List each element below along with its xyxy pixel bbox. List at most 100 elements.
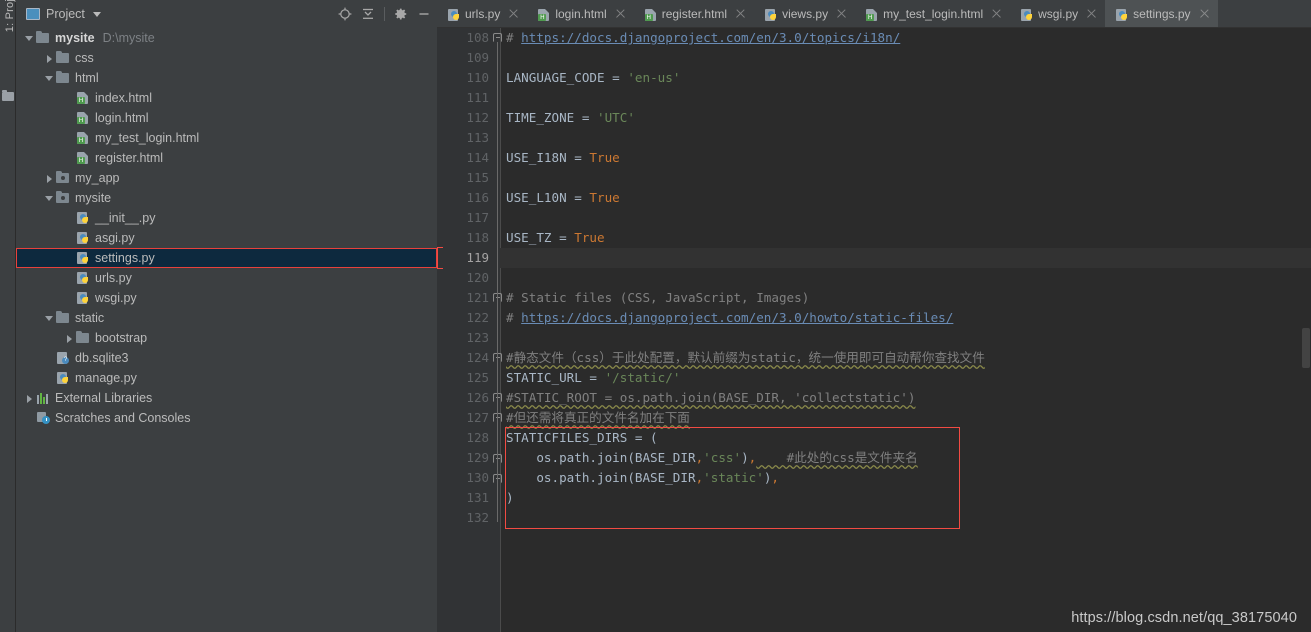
code-token: #静态文件（css）于此处配置，默认前缀为static，统一使用即可自动帮你查找… bbox=[506, 350, 985, 365]
html-file-icon: H bbox=[536, 7, 550, 21]
tree-item[interactable]: External Libraries bbox=[16, 388, 437, 408]
python-file-icon bbox=[55, 370, 71, 386]
tree-item-label: asgi.py bbox=[95, 231, 135, 245]
line-number: 129 bbox=[466, 450, 489, 465]
code-line: 121 # Static files (CSS, JavaScript, Imag… bbox=[437, 288, 1311, 308]
chevron-down-icon[interactable] bbox=[44, 73, 55, 84]
code-token: USE_TZ = bbox=[506, 230, 575, 245]
editor-vertical-scrollbar[interactable] bbox=[1301, 28, 1311, 632]
tree-item[interactable]: Hregister.html bbox=[16, 148, 437, 168]
tree-item[interactable]: bootstrap bbox=[16, 328, 437, 348]
code-token: ) bbox=[506, 490, 514, 505]
tree-item[interactable]: my_app bbox=[16, 168, 437, 188]
collapse-all-icon[interactable] bbox=[361, 7, 375, 21]
editor-tab[interactable]: urls.py bbox=[437, 0, 527, 27]
line-number: 116 bbox=[466, 190, 489, 205]
code-token: STATICFILES_DIRS = ( bbox=[506, 430, 658, 445]
line-number: 118 bbox=[466, 230, 489, 245]
close-icon[interactable] bbox=[735, 8, 746, 19]
code-token[interactable]: https://docs.djangoproject.com/en/3.0/to… bbox=[521, 30, 900, 45]
tree-item-selected[interactable]: settings.py bbox=[16, 248, 437, 268]
python-file-icon bbox=[446, 7, 460, 21]
code-token: USE_L10N = bbox=[506, 190, 590, 205]
tree-item-label: my_test_login.html bbox=[95, 131, 200, 145]
tree-item[interactable]: ? db.sqlite3 bbox=[16, 348, 437, 368]
gear-icon[interactable] bbox=[394, 7, 408, 21]
line-number: 130 bbox=[466, 470, 489, 485]
tool-window-tab-project[interactable]: 1: Project bbox=[0, 0, 16, 84]
close-icon[interactable] bbox=[836, 8, 847, 19]
left-tool-strip: 1: Project bbox=[0, 0, 16, 632]
editor-tab[interactable]: wsgi.py bbox=[1010, 0, 1105, 27]
line-number: 114 bbox=[466, 150, 489, 165]
minimize-icon[interactable] bbox=[417, 7, 431, 21]
close-icon[interactable] bbox=[1199, 8, 1210, 19]
toolbar-separator bbox=[384, 7, 385, 21]
code-token[interactable]: https://docs.djangoproject.com/en/3.0/ho… bbox=[521, 310, 953, 325]
tree-item-label: mysite bbox=[55, 31, 95, 45]
code-token: True bbox=[589, 150, 620, 165]
tree-item[interactable]: urls.py bbox=[16, 268, 437, 288]
tree-item[interactable]: Hmy_test_login.html bbox=[16, 128, 437, 148]
tree-item[interactable]: mysite bbox=[16, 188, 437, 208]
chevron-right-icon[interactable] bbox=[64, 333, 75, 344]
locate-icon[interactable] bbox=[338, 7, 352, 21]
close-icon[interactable] bbox=[508, 8, 519, 19]
tree-item[interactable]: static bbox=[16, 308, 437, 328]
code-text: #但还需将真正的文件名加在下面 bbox=[506, 408, 1311, 428]
sqlite-file-icon: ? bbox=[55, 350, 71, 366]
tree-item[interactable]: wsgi.py bbox=[16, 288, 437, 308]
tree-item[interactable]: Hindex.html bbox=[16, 88, 437, 108]
code-token: #STATIC_ROOT = os.path.join(BASE_DIR, 'c… bbox=[506, 390, 916, 405]
folder-icon bbox=[55, 70, 71, 86]
code-line: 109 bbox=[437, 48, 1311, 68]
project-tree[interactable]: mysite D:\mysite css html Hindex.html Hlogin.… bbox=[16, 28, 437, 428]
editor-tab[interactable]: Hmy_test_login.html bbox=[855, 0, 1010, 27]
tree-item[interactable]: mysite D:\mysite bbox=[16, 28, 437, 48]
html-file-icon: H bbox=[75, 150, 91, 166]
editor-tab[interactable]: views.py bbox=[754, 0, 855, 27]
tree-item[interactable]: asgi.py bbox=[16, 228, 437, 248]
tree-item[interactable]: __init__.py bbox=[16, 208, 437, 228]
code-token: True bbox=[574, 230, 605, 245]
line-number: 127 bbox=[466, 410, 489, 425]
code-text: USE_TZ = True bbox=[506, 228, 1311, 248]
tree-item-label: settings.py bbox=[95, 251, 155, 265]
editor-tab-label: my_test_login.html bbox=[883, 6, 984, 21]
chevron-down-icon[interactable] bbox=[44, 313, 55, 324]
chevron-down-icon[interactable] bbox=[44, 193, 55, 204]
chevron-down-icon[interactable] bbox=[24, 33, 35, 44]
code-editor[interactable]: 108 # https://docs.djangoproject.com/en/3… bbox=[437, 28, 1311, 632]
chevron-down-icon[interactable] bbox=[92, 11, 101, 17]
tree-item[interactable]: Hlogin.html bbox=[16, 108, 437, 128]
tree-item-path: D:\mysite bbox=[102, 31, 155, 45]
chevron-right-icon[interactable] bbox=[44, 173, 55, 184]
code-text: STATICFILES_DIRS = ( bbox=[506, 428, 1311, 448]
code-token: 'css' bbox=[703, 450, 742, 465]
editor-tab[interactable]: settings.py bbox=[1105, 0, 1218, 27]
tree-item-label: html bbox=[75, 71, 99, 85]
close-icon[interactable] bbox=[991, 8, 1002, 19]
fold-marker-icon[interactable] bbox=[493, 33, 502, 42]
code-text: LANGUAGE_CODE = 'en-us' bbox=[506, 68, 1311, 88]
close-icon[interactable] bbox=[615, 8, 626, 19]
project-panel: Project mysite D:\mysite css html H inde… bbox=[16, 0, 437, 632]
code-text: os.path.join(BASE_DIR,'css'), #此处的css是文件… bbox=[506, 448, 1311, 468]
tree-item[interactable]: manage.py bbox=[16, 368, 437, 388]
chevron-right-icon[interactable] bbox=[44, 53, 55, 64]
project-title[interactable]: Project bbox=[26, 7, 101, 21]
chevron-right-icon[interactable] bbox=[24, 393, 35, 404]
editor-tab[interactable]: Hlogin.html bbox=[527, 0, 633, 27]
html-file-icon: H bbox=[75, 130, 91, 146]
tree-item[interactable]: Scratches and Consoles bbox=[16, 408, 437, 428]
tree-item[interactable]: html bbox=[16, 68, 437, 88]
editor-tab[interactable]: Hregister.html bbox=[634, 0, 754, 27]
editor-tab-bar[interactable]: urls.py Hlogin.html Hregister.html views.py… bbox=[437, 0, 1311, 28]
close-icon[interactable] bbox=[1086, 8, 1097, 19]
tree-item[interactable]: css bbox=[16, 48, 437, 68]
